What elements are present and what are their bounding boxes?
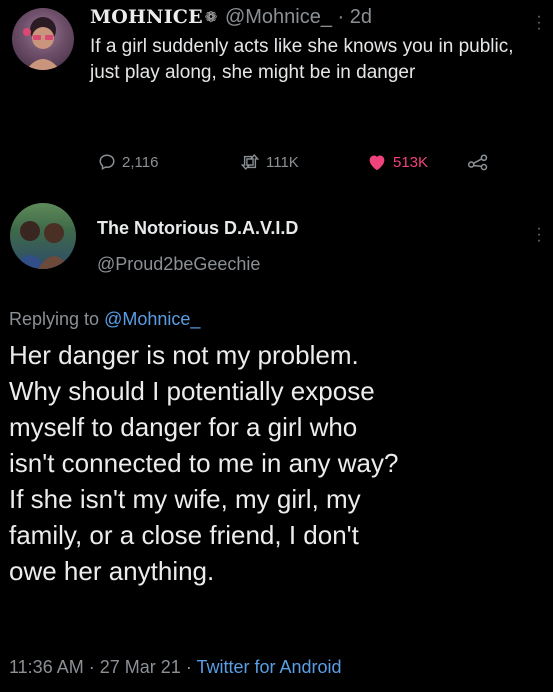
reply-text-line: Her danger is not my problem. [9, 340, 359, 370]
tweet-time[interactable]: 11:36 AM [9, 657, 84, 677]
reply-button[interactable]: 2,116 [98, 153, 240, 171]
user-avatar[interactable] [12, 8, 74, 70]
reply-user-avatar[interactable] [10, 203, 76, 269]
reply-display-name[interactable]: The Notorious D.A.V.I.D [97, 218, 298, 239]
reply-text-line: myself to danger for a girl who [9, 412, 358, 442]
reply-text-line: isn't connected to me in any way? [9, 448, 399, 478]
retweet-icon [240, 154, 260, 170]
timestamp-separator: · [88, 657, 95, 677]
reply-avatar-image [14, 221, 70, 269]
retweet-count: 111K [266, 153, 299, 171]
timestamp-separator: · [185, 657, 192, 677]
meta-separator: · [337, 6, 345, 28]
replying-to-mention[interactable]: @Mohnice_ [104, 309, 200, 329]
reply-text-line: Why should I potentially expose [9, 376, 375, 406]
reply-count: 2,116 [122, 153, 159, 171]
reply-tweet-text: Her danger is not my problem. Why should… [9, 337, 547, 589]
display-name[interactable]: MOHNICE [90, 6, 203, 28]
original-tweet: MOHNICE ❁ @Mohnice_ · 2d · · · If a girl su… [0, 0, 553, 190]
reply-text-line: family, or a close friend, I don't [9, 520, 359, 550]
reply-text-line: If she isn't my wife, my girl, my [9, 484, 361, 514]
replying-to-line: Replying to @Mohnice_ [9, 309, 200, 330]
tweet-age[interactable]: 2d [350, 6, 372, 28]
tweet-date[interactable]: 27 Mar 21 [100, 657, 181, 677]
tweet-actions: 2,116 111K 513K [98, 150, 489, 174]
reply-user-handle[interactable]: @Proud2beGeechie [97, 254, 260, 275]
tweet-client-link[interactable]: Twitter for Android [197, 657, 342, 677]
avatar-image [23, 17, 60, 70]
share-icon [467, 154, 488, 171]
like-count: 513K [393, 153, 429, 171]
reply-icon [99, 154, 115, 171]
heart-icon [369, 155, 385, 171]
more-options-icon[interactable]: · · · [536, 9, 542, 37]
tweet-timestamp: 11:36 AM · 27 Mar 21 · Twitter for Andro… [9, 657, 342, 678]
reply-more-options-icon[interactable]: · · · [536, 221, 542, 249]
tweet-text: If a girl suddenly acts like she knows y… [90, 36, 514, 83]
like-button[interactable]: 513K [367, 153, 467, 171]
flower-icon: ❁ [204, 9, 218, 26]
share-button[interactable] [467, 153, 489, 171]
user-handle[interactable]: @Mohnice_ [225, 6, 332, 28]
reply-text-line: owe her anything. [9, 556, 215, 586]
tweet-header: MOHNICE ❁ @Mohnice_ · 2d [90, 6, 372, 29]
retweet-button[interactable]: 111K [240, 153, 367, 171]
replying-to-label: Replying to [9, 309, 100, 329]
